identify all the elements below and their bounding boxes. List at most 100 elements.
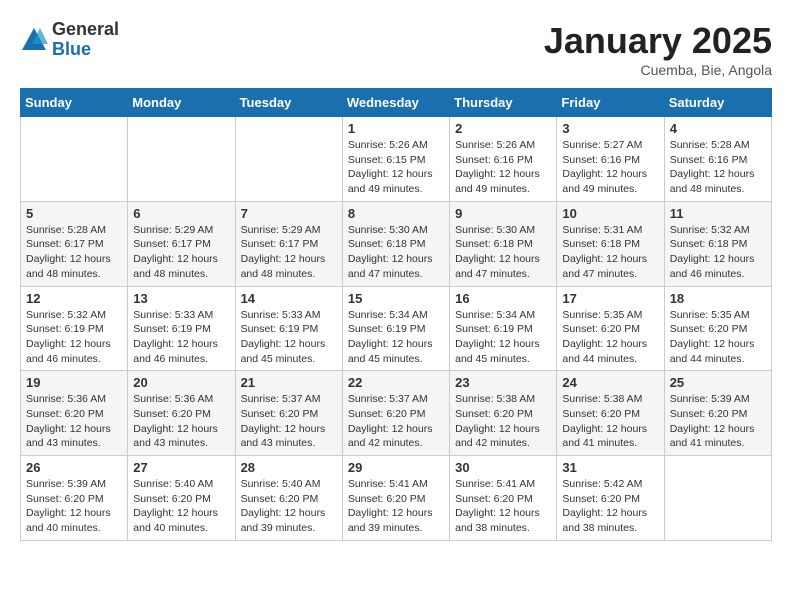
calendar-cell xyxy=(664,456,771,541)
day-number: 24 xyxy=(562,375,658,390)
calendar-cell: 13Sunrise: 5:33 AM Sunset: 6:19 PM Dayli… xyxy=(128,286,235,371)
day-info: Sunrise: 5:35 AM Sunset: 6:20 PM Dayligh… xyxy=(562,308,658,367)
day-number: 27 xyxy=(133,460,229,475)
calendar-table: SundayMondayTuesdayWednesdayThursdayFrid… xyxy=(20,88,772,541)
day-info: Sunrise: 5:36 AM Sunset: 6:20 PM Dayligh… xyxy=(26,392,122,451)
calendar-cell: 6 Sunrise: 5:29 AM Sunset: 6:17 PM Daylig… xyxy=(128,201,235,286)
day-info: Sunrise: 5:37 AM Sunset: 6:20 PM Dayligh… xyxy=(348,392,444,451)
day-number: 14 xyxy=(241,291,337,306)
day-info: Sunrise: 5:40 AM Sunset: 6:20 PM Dayligh… xyxy=(241,477,337,536)
calendar-week-1: 1Sunrise: 5:26 AM Sunset: 6:15 PM Daylig… xyxy=(21,117,772,202)
day-info: Sunrise: 5:28 AM Sunset: 6:17 PM Dayligh… xyxy=(26,223,122,282)
day-info: Sunrise: 5:41 AM Sunset: 6:20 PM Dayligh… xyxy=(455,477,551,536)
day-info: Sunrise: 5:29 AM Sunset: 6:17 PM Dayligh… xyxy=(133,223,229,282)
day-info: Sunrise: 5:32 AM Sunset: 6:19 PM Dayligh… xyxy=(26,308,122,367)
day-number: 26 xyxy=(26,460,122,475)
calendar-cell xyxy=(128,117,235,202)
calendar-cell: 4Sunrise: 5:28 AM Sunset: 6:16 PM Daylig… xyxy=(664,117,771,202)
calendar-cell: 9 Sunrise: 5:30 AM Sunset: 6:18 PM Daylig… xyxy=(450,201,557,286)
day-number: 6 xyxy=(133,206,229,221)
calendar-cell: 21 Sunrise: 5:37 AM Sunset: 6:20 PM Dayli… xyxy=(235,371,342,456)
calendar-cell: 2 Sunrise: 5:26 AM Sunset: 6:16 PM Daylig… xyxy=(450,117,557,202)
day-number: 28 xyxy=(241,460,337,475)
day-number: 30 xyxy=(455,460,551,475)
day-number: 4 xyxy=(670,121,766,136)
weekday-header-thursday: Thursday xyxy=(450,89,557,117)
day-number: 11 xyxy=(670,206,766,221)
calendar-cell: 11Sunrise: 5:32 AM Sunset: 6:18 PM Dayli… xyxy=(664,201,771,286)
day-number: 15 xyxy=(348,291,444,306)
day-number: 23 xyxy=(455,375,551,390)
logo: General Blue xyxy=(20,20,119,60)
day-info: Sunrise: 5:34 AM Sunset: 6:19 PM Dayligh… xyxy=(455,308,551,367)
day-number: 25 xyxy=(670,375,766,390)
day-info: Sunrise: 5:30 AM Sunset: 6:18 PM Dayligh… xyxy=(455,223,551,282)
day-info: Sunrise: 5:29 AM Sunset: 6:17 PM Dayligh… xyxy=(241,223,337,282)
calendar-cell: 20 Sunrise: 5:36 AM Sunset: 6:20 PM Dayli… xyxy=(128,371,235,456)
calendar-cell: 16 Sunrise: 5:34 AM Sunset: 6:19 PM Dayli… xyxy=(450,286,557,371)
day-info: Sunrise: 5:38 AM Sunset: 6:20 PM Dayligh… xyxy=(455,392,551,451)
calendar-cell: 23 Sunrise: 5:38 AM Sunset: 6:20 PM Dayli… xyxy=(450,371,557,456)
day-info: Sunrise: 5:35 AM Sunset: 6:20 PM Dayligh… xyxy=(670,308,766,367)
day-number: 31 xyxy=(562,460,658,475)
calendar-cell: 22 Sunrise: 5:37 AM Sunset: 6:20 PM Dayli… xyxy=(342,371,449,456)
day-info: Sunrise: 5:40 AM Sunset: 6:20 PM Dayligh… xyxy=(133,477,229,536)
calendar-cell: 28 Sunrise: 5:40 AM Sunset: 6:20 PM Dayli… xyxy=(235,456,342,541)
calendar-cell: 7Sunrise: 5:29 AM Sunset: 6:17 PM Daylig… xyxy=(235,201,342,286)
day-number: 22 xyxy=(348,375,444,390)
weekday-header-tuesday: Tuesday xyxy=(235,89,342,117)
day-number: 9 xyxy=(455,206,551,221)
day-number: 10 xyxy=(562,206,658,221)
day-number: 18 xyxy=(670,291,766,306)
day-number: 21 xyxy=(241,375,337,390)
weekday-header-saturday: Saturday xyxy=(664,89,771,117)
day-info: Sunrise: 5:37 AM Sunset: 6:20 PM Dayligh… xyxy=(241,392,337,451)
day-number: 29 xyxy=(348,460,444,475)
calendar-cell: 1Sunrise: 5:26 AM Sunset: 6:15 PM Daylig… xyxy=(342,117,449,202)
day-info: Sunrise: 5:27 AM Sunset: 6:16 PM Dayligh… xyxy=(562,138,658,197)
day-number: 20 xyxy=(133,375,229,390)
day-number: 13 xyxy=(133,291,229,306)
calendar-cell: 3Sunrise: 5:27 AM Sunset: 6:16 PM Daylig… xyxy=(557,117,664,202)
day-number: 16 xyxy=(455,291,551,306)
weekday-header-sunday: Sunday xyxy=(21,89,128,117)
title-block: January 2025 Cuemba, Bie, Angola xyxy=(544,20,772,78)
calendar-cell: 10 Sunrise: 5:31 AM Sunset: 6:18 PM Dayli… xyxy=(557,201,664,286)
calendar-cell xyxy=(235,117,342,202)
calendar-cell xyxy=(21,117,128,202)
calendar-week-2: 5Sunrise: 5:28 AM Sunset: 6:17 PM Daylig… xyxy=(21,201,772,286)
location-subtitle: Cuemba, Bie, Angola xyxy=(544,62,772,78)
logo-blue-text: Blue xyxy=(52,39,91,59)
calendar-cell: 25Sunrise: 5:39 AM Sunset: 6:20 PM Dayli… xyxy=(664,371,771,456)
calendar-week-4: 19 Sunrise: 5:36 AM Sunset: 6:20 PM Dayli… xyxy=(21,371,772,456)
calendar-cell: 5Sunrise: 5:28 AM Sunset: 6:17 PM Daylig… xyxy=(21,201,128,286)
page-header: General Blue January 2025 Cuemba, Bie, A… xyxy=(20,20,772,78)
day-info: Sunrise: 5:42 AM Sunset: 6:20 PM Dayligh… xyxy=(562,477,658,536)
day-number: 19 xyxy=(26,375,122,390)
calendar-cell: 15Sunrise: 5:34 AM Sunset: 6:19 PM Dayli… xyxy=(342,286,449,371)
calendar-cell: 29Sunrise: 5:41 AM Sunset: 6:20 PM Dayli… xyxy=(342,456,449,541)
day-info: Sunrise: 5:31 AM Sunset: 6:18 PM Dayligh… xyxy=(562,223,658,282)
logo-icon xyxy=(20,26,48,54)
calendar-week-5: 26 Sunrise: 5:39 AM Sunset: 6:20 PM Dayli… xyxy=(21,456,772,541)
calendar-cell: 26 Sunrise: 5:39 AM Sunset: 6:20 PM Dayli… xyxy=(21,456,128,541)
day-info: Sunrise: 5:26 AM Sunset: 6:16 PM Dayligh… xyxy=(455,138,551,197)
calendar-cell: 12 Sunrise: 5:32 AM Sunset: 6:19 PM Dayli… xyxy=(21,286,128,371)
weekday-header-friday: Friday xyxy=(557,89,664,117)
day-info: Sunrise: 5:39 AM Sunset: 6:20 PM Dayligh… xyxy=(26,477,122,536)
calendar-cell: 17Sunrise: 5:35 AM Sunset: 6:20 PM Dayli… xyxy=(557,286,664,371)
day-number: 8 xyxy=(348,206,444,221)
logo-general-text: General xyxy=(52,19,119,39)
day-number: 12 xyxy=(26,291,122,306)
calendar-cell: 8Sunrise: 5:30 AM Sunset: 6:18 PM Daylig… xyxy=(342,201,449,286)
month-title: January 2025 xyxy=(544,20,772,62)
day-info: Sunrise: 5:36 AM Sunset: 6:20 PM Dayligh… xyxy=(133,392,229,451)
day-number: 2 xyxy=(455,121,551,136)
calendar-cell: 14 Sunrise: 5:33 AM Sunset: 6:19 PM Dayli… xyxy=(235,286,342,371)
day-info: Sunrise: 5:33 AM Sunset: 6:19 PM Dayligh… xyxy=(241,308,337,367)
calendar-cell: 30 Sunrise: 5:41 AM Sunset: 6:20 PM Dayli… xyxy=(450,456,557,541)
calendar-cell: 27 Sunrise: 5:40 AM Sunset: 6:20 PM Dayli… xyxy=(128,456,235,541)
calendar-week-3: 12 Sunrise: 5:32 AM Sunset: 6:19 PM Dayli… xyxy=(21,286,772,371)
calendar-cell: 18 Sunrise: 5:35 AM Sunset: 6:20 PM Dayli… xyxy=(664,286,771,371)
day-number: 1 xyxy=(348,121,444,136)
